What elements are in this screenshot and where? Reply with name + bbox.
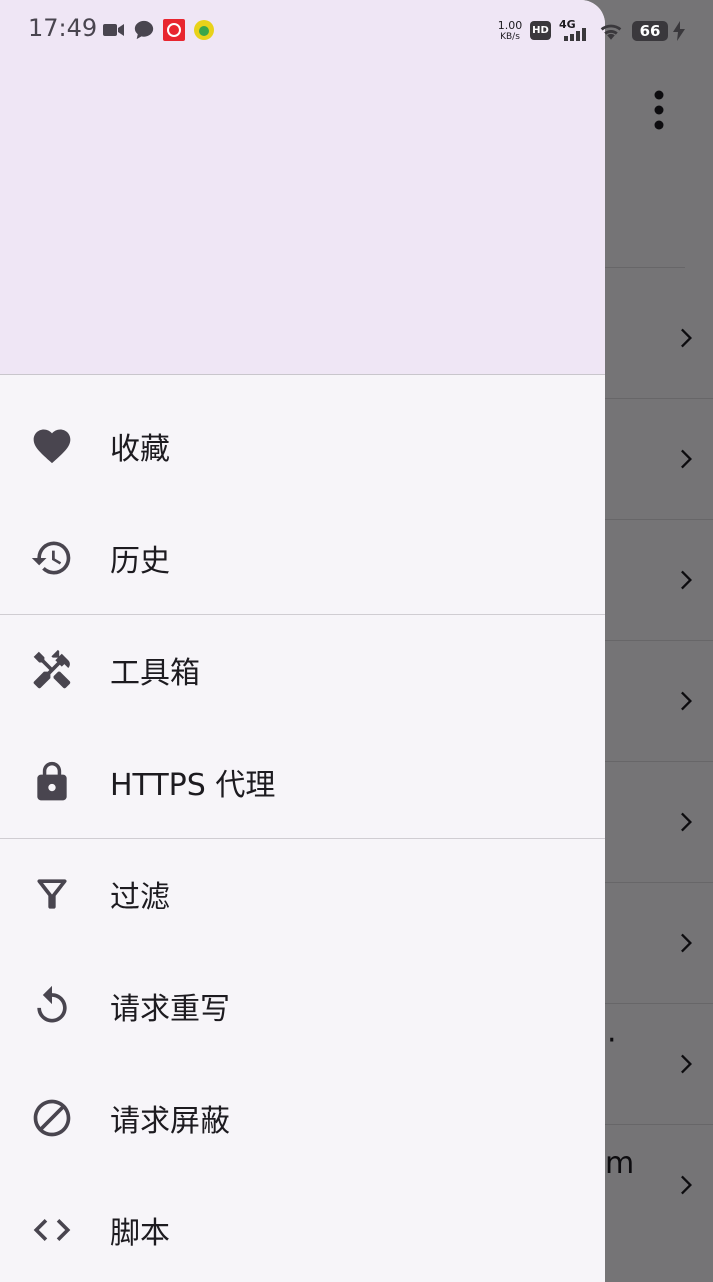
tools-icon xyxy=(33,649,71,689)
hd-icon: HD xyxy=(530,21,551,40)
signal-icon xyxy=(564,28,586,41)
status-time: 17:49 xyxy=(28,14,98,42)
chat-bubble-icon xyxy=(134,20,154,40)
battery-icon: 66 xyxy=(632,21,668,41)
menu-item-script[interactable]: 脚本 xyxy=(0,1174,605,1282)
red-app-icon xyxy=(163,19,185,41)
menu-item-history[interactable]: 历史 xyxy=(0,502,605,614)
menu-label: 历史 xyxy=(110,544,170,579)
menu-item-request-block[interactable]: 请求屏蔽 xyxy=(0,1062,605,1174)
menu-item-favorites[interactable]: 收藏 xyxy=(0,390,605,502)
menu-label: HTTPS 代理 xyxy=(110,768,276,803)
menu-label: 过滤 xyxy=(110,880,170,915)
history-icon xyxy=(31,541,71,575)
heart-icon xyxy=(33,429,71,464)
lock-icon xyxy=(37,761,67,801)
menu-label: 请求屏蔽 xyxy=(110,1104,230,1139)
yellow-app-icon xyxy=(194,20,214,40)
rewrite-icon xyxy=(37,985,67,1023)
menu-item-request-rewrite[interactable]: 请求重写 xyxy=(0,950,605,1062)
net-speed-value: 1.00 xyxy=(497,19,523,32)
navigation-drawer: 收藏 历史 工具箱 HTTPS 代理 过滤 请求重写 请求屏蔽 脚本 xyxy=(0,0,605,1282)
block-icon xyxy=(33,1099,71,1137)
menu-item-https-proxy[interactable]: HTTPS 代理 xyxy=(0,726,605,838)
menu-label: 脚本 xyxy=(110,1216,170,1251)
menu-label: 工具箱 xyxy=(110,656,200,691)
wifi-icon xyxy=(600,24,622,40)
menu-item-filter[interactable]: 过滤 xyxy=(0,838,605,950)
code-icon xyxy=(33,1219,71,1241)
menu-label: 请求重写 xyxy=(110,992,230,1027)
net-speed-unit: KB/s xyxy=(500,32,520,42)
charging-icon xyxy=(673,21,685,41)
menu-item-toolbox[interactable]: 工具箱 xyxy=(0,614,605,726)
menu-label: 收藏 xyxy=(110,432,170,467)
status-bar: 17:49 1.00 KB/s HD 4G 66 xyxy=(0,0,713,62)
filter-icon xyxy=(37,879,67,909)
video-camera-icon xyxy=(103,24,124,36)
